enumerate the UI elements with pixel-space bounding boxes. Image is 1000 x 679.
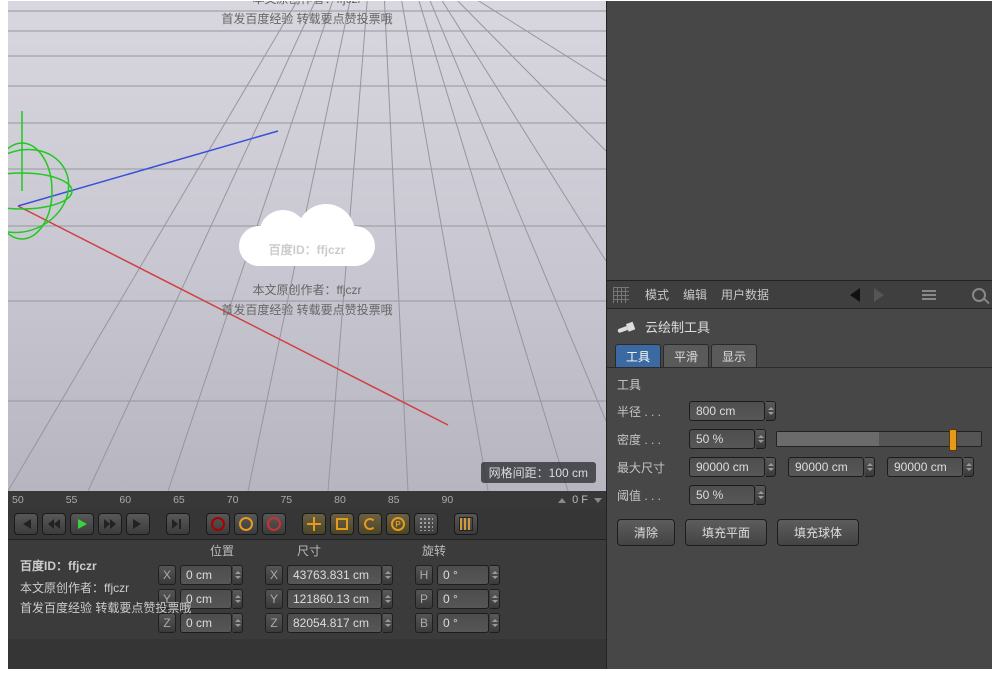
ruler-tick: 90 [442,494,454,506]
spinner[interactable] [490,589,500,609]
ruler-tick: 80 [334,494,346,506]
nav-forward-icon[interactable] [874,288,884,302]
size-z-field[interactable]: 82054.817 cm [287,613,382,633]
field-max-z[interactable]: 90000 cm [887,457,963,477]
ruler-tick: 50 [12,494,24,506]
ruler-tick: 75 [280,494,292,506]
nav-back-icon[interactable] [850,288,860,302]
goto-start-button[interactable] [14,513,38,535]
menu-toggle-icon[interactable] [922,290,936,300]
keyframe-button[interactable] [262,513,286,535]
spinner-max-y[interactable] [865,457,875,477]
field-density[interactable]: 50 % [689,429,755,449]
scale-tool-button[interactable] [330,513,354,535]
menu-edit[interactable]: 编辑 [683,286,707,303]
next-key-button[interactable] [98,513,122,535]
ruler-tick: 55 [66,494,78,506]
watermark-overlay: 百度ID：ffjczr 本文原创作者：ffjczr 首发百度经验 转载要点赞投票… [20,550,280,616]
tab-tool[interactable]: 工具 [615,344,661,368]
render-button[interactable] [454,513,478,535]
spinner-density[interactable] [756,429,766,449]
spinner[interactable] [383,613,393,633]
autokey-button[interactable] [234,513,258,535]
size-y-field[interactable]: 121860.13 cm [287,589,382,609]
tool-title: 云绘制工具 [645,317,710,336]
tool-title-row: 云绘制工具 [607,309,992,344]
fill-sphere-button[interactable]: 填充球体 [777,519,859,546]
label-threshold: 阈值 . . . [617,487,685,504]
spinner-threshold[interactable] [756,485,766,505]
rot-b-field[interactable]: 0 ° [437,613,489,633]
spinner[interactable] [383,565,393,585]
timeline-ruler[interactable]: 50 55 60 65 70 75 80 85 90 0 F [8,491,606,509]
param-tool-button[interactable]: P [386,513,410,535]
rot-p-field[interactable]: 0 ° [437,589,489,609]
spinner-max-x[interactable] [766,457,776,477]
axis-label: P [415,589,433,609]
section-tool: 工具 [607,367,992,397]
label-radius: 半径 . . . [617,403,685,420]
search-icon[interactable] [972,288,986,302]
playback-toolbar: P [8,509,606,539]
tab-display[interactable]: 显示 [711,344,757,368]
spinner[interactable] [233,613,243,633]
menu-userdata[interactable]: 用户数据 [721,286,769,303]
field-max-y[interactable]: 90000 cm [788,457,864,477]
axis-label: H [415,565,433,585]
rotate-tool-button[interactable] [358,513,382,535]
brush-icon [615,315,640,339]
axis-label: Z [158,613,176,633]
attribute-menu: 模式 编辑 用户数据 [607,281,992,309]
point-level-button[interactable] [414,513,438,535]
pos-z-field[interactable]: 0 cm [180,613,232,633]
fill-plane-button[interactable]: 填充平面 [685,519,767,546]
attribute-grid-icon[interactable] [613,287,629,303]
ruler-tick: 65 [173,494,185,506]
3d-viewport[interactable]: 本文原创作者：ffjczr 首发百度经验 转载要点赞投票哦 百度ID：ffjcz… [8,1,606,491]
record-button[interactable] [206,513,230,535]
field-threshold[interactable]: 50 % [689,485,755,505]
clear-button[interactable]: 清除 [617,519,675,546]
spinner-max-z[interactable] [964,457,974,477]
axis-label: B [415,613,433,633]
field-max-x[interactable]: 90000 cm [689,457,765,477]
spinner-radius[interactable] [766,401,776,421]
skip-forward-button[interactable] [166,513,190,535]
label-density: 密度 . . . [617,431,685,448]
coord-header-rotation: 旋转 [384,542,484,559]
goto-end-button[interactable] [126,513,150,535]
ruler-tick: 85 [388,494,400,506]
label-maxsize: 最大尺寸 [617,459,685,476]
ruler-tick: 60 [119,494,131,506]
menu-mode[interactable]: 模式 [645,286,669,303]
move-tool-button[interactable] [302,513,326,535]
grid-spacing-label: 网格间距：100 cm [481,462,596,483]
field-radius[interactable]: 800 cm [689,401,765,421]
object-manager[interactable] [607,1,992,281]
rot-h-field[interactable]: 0 ° [437,565,489,585]
size-x-field[interactable]: 43763.831 cm [287,565,382,585]
tab-smooth[interactable]: 平滑 [663,344,709,368]
slider-density[interactable] [776,431,982,447]
ruler-tick: 70 [227,494,239,506]
prev-key-button[interactable] [42,513,66,535]
frame-field[interactable]: 0 F [558,494,602,506]
spinner[interactable] [490,613,500,633]
spinner[interactable] [490,565,500,585]
axis-label: Z [265,613,283,633]
play-button[interactable] [70,513,94,535]
spinner[interactable] [383,589,393,609]
